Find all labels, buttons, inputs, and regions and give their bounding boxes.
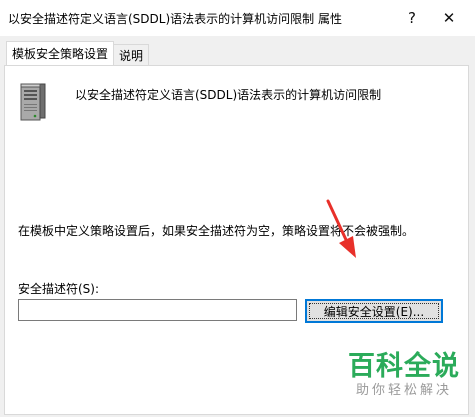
edit-security-button[interactable]: 编辑安全设置(E)... bbox=[305, 299, 443, 323]
security-descriptor-input[interactable] bbox=[18, 299, 297, 321]
close-button[interactable]: ✕ bbox=[432, 4, 466, 32]
policy-description: 在模板中定义策略设置后，如果安全描述符为空，策略设置将不会被强制。 bbox=[18, 224, 415, 238]
tab-explain[interactable]: 说明 bbox=[113, 44, 150, 65]
policy-title: 以安全描述符定义语言(SDDL)语法表示的计算机访问限制 bbox=[75, 88, 382, 102]
tab-template-security-policy[interactable]: 模板安全策略设置 bbox=[6, 41, 115, 65]
server-icon bbox=[20, 83, 46, 121]
security-descriptor-label: 安全描述符(S): bbox=[18, 282, 100, 296]
tab-strip: 模板安全策略设置 说明 bbox=[6, 41, 150, 65]
help-button[interactable]: ? bbox=[395, 4, 429, 32]
title-bar: 以安全描述符定义语言(SDDL)语法表示的计算机访问限制 属性 ? ✕ bbox=[0, 0, 475, 36]
watermark-title: 百科全说 bbox=[348, 351, 460, 382]
watermark-subtitle: 助你轻松解决 bbox=[355, 383, 452, 398]
watermark: 百科全说 助你轻松解决 bbox=[344, 352, 464, 400]
edit-security-button-label: 编辑安全设置(E)... bbox=[323, 304, 425, 319]
window-title: 以安全描述符定义语言(SDDL)语法表示的计算机访问限制 属性 bbox=[8, 12, 342, 26]
